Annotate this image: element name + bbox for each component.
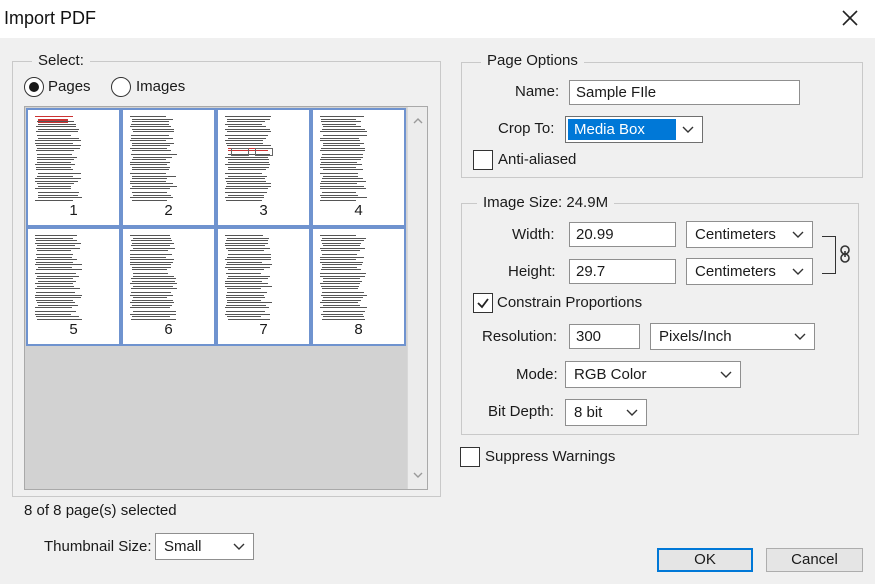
height-unit-value: Centimeters bbox=[695, 263, 776, 280]
chevron-down-icon bbox=[233, 543, 245, 550]
mode-value: RGB Color bbox=[574, 366, 647, 383]
page-number: 5 bbox=[69, 321, 78, 338]
page-number: 6 bbox=[164, 321, 173, 338]
page-thumbnail[interactable]: 8 bbox=[311, 227, 406, 346]
link-icon bbox=[840, 245, 850, 263]
page-thumbnail[interactable]: 1 bbox=[26, 108, 121, 227]
name-label: Name: bbox=[515, 83, 560, 100]
thumbnail-size-label: Thumbnail Size: bbox=[44, 538, 152, 555]
anti-aliased-checkbox[interactable] bbox=[473, 150, 493, 170]
resolution-unit-value: Pixels/Inch bbox=[659, 328, 732, 345]
height-label: Height: bbox=[508, 263, 556, 280]
scroll-down-icon[interactable] bbox=[412, 469, 424, 481]
ok-button[interactable]: OK bbox=[657, 548, 753, 572]
select-legend: Select: bbox=[32, 52, 90, 70]
cancel-button[interactable]: Cancel bbox=[766, 548, 863, 572]
preview-figure bbox=[255, 148, 273, 156]
height-field[interactable]: 29.7 bbox=[569, 259, 676, 284]
page-thumbnail[interactable]: 6 bbox=[121, 227, 216, 346]
page-thumbnail[interactable]: 4 bbox=[311, 108, 406, 227]
constrain-proportions-label[interactable]: Constrain Proportions bbox=[497, 293, 642, 313]
constrain-bracket bbox=[822, 236, 836, 274]
resolution-label: Resolution: bbox=[482, 328, 558, 345]
chevron-down-icon bbox=[720, 371, 732, 378]
chevron-down-icon bbox=[682, 126, 694, 133]
page-thumbnail[interactable]: 5 bbox=[26, 227, 121, 346]
crop-to-value: Media Box bbox=[568, 119, 676, 140]
page-thumbnail[interactable]: 3 bbox=[216, 108, 311, 227]
thumbnail-size-value: Small bbox=[164, 538, 202, 555]
resolution-unit-select[interactable]: Pixels/Inch bbox=[650, 323, 815, 350]
bit-depth-select[interactable]: 8 bit bbox=[565, 399, 647, 426]
radio-images-label[interactable]: Images bbox=[136, 77, 185, 97]
name-field[interactable]: Sample FIle bbox=[569, 80, 800, 105]
page-preview bbox=[225, 114, 303, 204]
width-unit-select[interactable]: Centimeters bbox=[686, 221, 813, 248]
page-thumbnail[interactable]: 7 bbox=[216, 227, 311, 346]
page-preview bbox=[225, 233, 303, 323]
close-icon[interactable] bbox=[836, 4, 864, 32]
dialog-title: Import PDF bbox=[4, 8, 97, 28]
page-preview bbox=[35, 114, 113, 204]
page-thumbnail[interactable]: 2 bbox=[121, 108, 216, 227]
page-number: 8 bbox=[354, 321, 363, 338]
thumbnail-grid: 1 2 3 4 5 6 7 8 bbox=[26, 108, 406, 346]
page-number: 7 bbox=[259, 321, 268, 338]
pages-selected-status: 8 of 8 page(s) selected bbox=[24, 502, 177, 519]
bit-depth-value: 8 bit bbox=[574, 404, 603, 421]
page-preview bbox=[35, 233, 113, 323]
scroll-up-icon[interactable] bbox=[412, 115, 424, 127]
suppress-warnings-checkbox[interactable] bbox=[460, 447, 480, 467]
suppress-warnings-label[interactable]: Suppress Warnings bbox=[485, 447, 615, 467]
mode-select[interactable]: RGB Color bbox=[565, 361, 741, 388]
chevron-down-icon bbox=[626, 409, 638, 416]
page-options-legend: Page Options bbox=[481, 52, 584, 70]
constrain-proportions-checkbox[interactable] bbox=[473, 293, 493, 313]
bit-depth-label: Bit Depth: bbox=[488, 403, 554, 420]
page-preview bbox=[320, 233, 398, 323]
page-preview bbox=[320, 114, 398, 204]
thumbnail-size-select[interactable]: Small bbox=[155, 533, 254, 560]
radio-images[interactable] bbox=[111, 77, 131, 97]
page-number: 2 bbox=[164, 202, 173, 219]
page-number: 4 bbox=[354, 202, 363, 219]
crop-to-label: Crop To: bbox=[498, 120, 555, 137]
thumbnail-area[interactable]: 1 2 3 4 5 6 7 8 bbox=[24, 106, 428, 490]
chevron-down-icon bbox=[792, 231, 804, 238]
chevron-down-icon bbox=[792, 268, 804, 275]
checkmark-icon bbox=[477, 298, 489, 309]
crop-to-select[interactable]: Media Box bbox=[565, 116, 703, 143]
radio-pages-label[interactable]: Pages bbox=[48, 77, 91, 97]
page-number: 1 bbox=[69, 202, 78, 219]
width-label: Width: bbox=[512, 226, 555, 243]
title-bar: Import PDF bbox=[0, 0, 875, 38]
width-field[interactable]: 20.99 bbox=[569, 222, 676, 247]
width-unit-value: Centimeters bbox=[695, 226, 776, 243]
chevron-down-icon bbox=[794, 333, 806, 340]
resolution-field[interactable]: 300 bbox=[569, 324, 640, 349]
page-preview bbox=[130, 114, 208, 204]
thumbnail-scrollbar[interactable] bbox=[407, 107, 427, 489]
mode-label: Mode: bbox=[516, 366, 558, 383]
height-unit-select[interactable]: Centimeters bbox=[686, 258, 813, 285]
image-size-legend: Image Size: 24.9M bbox=[477, 194, 615, 212]
anti-aliased-label[interactable]: Anti-aliased bbox=[498, 150, 576, 170]
page-number: 3 bbox=[259, 202, 268, 219]
preview-figure bbox=[231, 148, 249, 156]
page-preview bbox=[130, 233, 208, 323]
radio-pages[interactable] bbox=[24, 77, 44, 97]
